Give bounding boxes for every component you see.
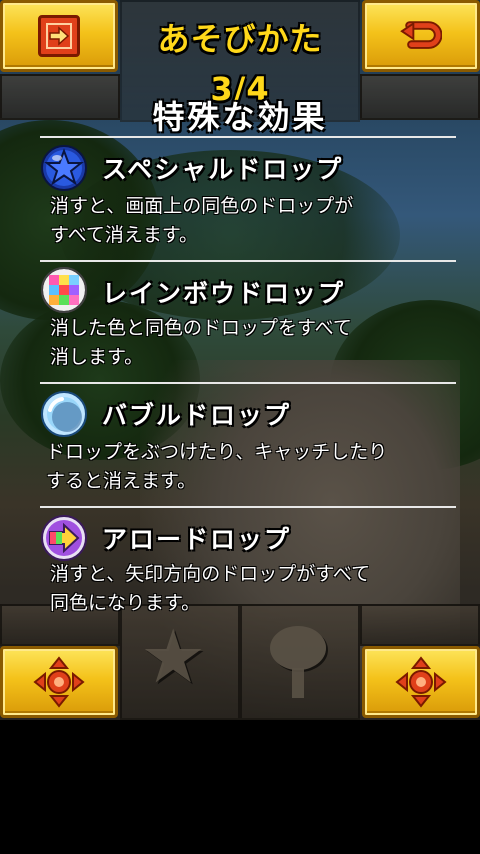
item-name: スペシャルドロップ [102, 155, 344, 184]
next-page-button[interactable] [0, 0, 118, 72]
item-description: ドロップをぶつけたり、キャッチしたり すると消えます。 [46, 438, 466, 496]
item-description-line: ドロップをぶつけたり、キャッチしたり [46, 441, 388, 463]
return-button[interactable] [362, 0, 480, 72]
direction-pad-icon [33, 656, 85, 708]
item-description: 消した色と同色のドロップをすべて 消します。 [50, 314, 450, 372]
item-description: 消すと、画面上の同色のドロップが すべて消えます。 [50, 192, 450, 250]
item-name: アロードロップ [102, 525, 292, 554]
item-description-line: 消します。 [50, 346, 144, 368]
direction-pad-button-left[interactable] [0, 646, 118, 718]
item-description-line: 消すと、矢印方向のドロップがすべて [50, 563, 371, 585]
divider [40, 382, 456, 384]
item-description-line: すると消えます。 [46, 470, 197, 492]
bubble-drop-icon [40, 390, 88, 438]
return-arrow-icon [400, 15, 442, 57]
blue-star-drop-icon [40, 144, 88, 192]
divider [40, 506, 456, 508]
direction-pad-icon [395, 656, 447, 708]
section-title: 特殊な効果 [152, 98, 328, 136]
divider [40, 260, 456, 262]
item-name: バブルドロップ [102, 401, 292, 430]
next-page-arrow-icon [38, 15, 80, 57]
divider [40, 136, 456, 138]
arrow-drop-icon [40, 514, 88, 562]
carved-star-icon: ★ [140, 614, 207, 700]
item-description-line: すべて消えます。 [50, 224, 199, 246]
direction-pad-button-right[interactable] [362, 646, 480, 718]
item-description-line: 消すと、画面上の同色のドロップが [50, 195, 354, 217]
carved-tree-icon [270, 626, 326, 670]
item-description-line: 同色になります。 [50, 592, 201, 614]
black-footer-area [0, 720, 480, 854]
rainbow-drop-icon [40, 266, 88, 314]
item-name: レインボウドロップ [102, 279, 346, 308]
page-title: あそびかた 3/4 [157, 20, 323, 108]
game-background: ★ あそびかた 3/4 特殊な効果 スペシャルドロップ 消すと、画面上の同色のド… [0, 0, 480, 720]
item-description-line: 消した色と同色のドロップをすべて [50, 317, 352, 339]
game-screen: ★ あそびかた 3/4 特殊な効果 スペシャルドロップ 消すと、画面上の同色のド… [0, 0, 480, 854]
carved-tree-trunk [292, 668, 304, 698]
item-description: 消すと、矢印方向のドロップがすべて 同色になります。 [50, 560, 450, 618]
